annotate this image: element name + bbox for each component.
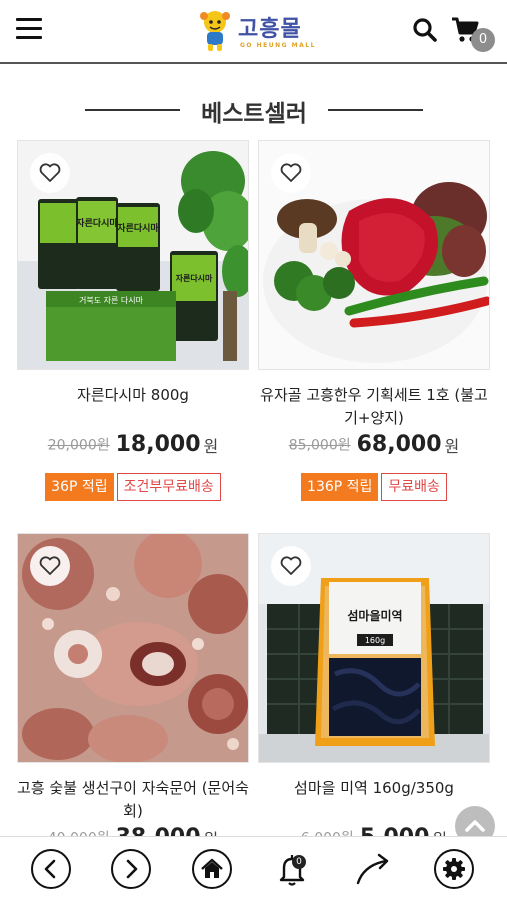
currency-unit: 원 xyxy=(444,436,460,456)
product-name[interactable]: 자른다시마 800g xyxy=(17,384,249,407)
kelp-pack-label: 자른다시마 xyxy=(117,222,159,234)
forward-button[interactable] xyxy=(111,849,151,889)
cart-button[interactable]: 0 xyxy=(451,16,495,52)
notification-count-badge: 0 xyxy=(292,855,306,869)
product-image[interactable]: 자른다시마 자른다시마 자른다시마 거북도 자른 다시마 xyxy=(17,140,249,370)
kelp-box-label: 거북도 자른 다시마 xyxy=(79,296,144,305)
logo-text: 고흥몰 xyxy=(238,16,302,42)
product-card[interactable]: 유자골 고흥한우 기획세트 1호 (불고기+양지) 85,000원 68,000 원… xyxy=(258,140,490,510)
currency-unit: 원 xyxy=(203,436,219,456)
shipping-badge: 무료배송 xyxy=(381,473,447,501)
forward-icon xyxy=(126,859,138,879)
menu-button[interactable] xyxy=(16,18,42,40)
original-price: 20,000원 xyxy=(47,437,110,454)
logo-subtext: GO HEUNG MALL xyxy=(240,42,316,49)
back-button[interactable] xyxy=(31,849,71,889)
sale-price: 18,000 xyxy=(115,432,201,457)
divider-line xyxy=(328,109,423,111)
heart-icon xyxy=(280,163,302,182)
product-card[interactable]: 고흥 숯불 생선구이 자숙문어 (문어숙회) 40,000원38,000원 xyxy=(17,533,249,853)
seaweed-pack-label: 섬마을미역 xyxy=(347,608,402,623)
shipping-badge: 조건부무료배송 xyxy=(116,473,221,501)
product-price: 85,000원 68,000 원 xyxy=(258,432,490,457)
cart-count-badge: 0 xyxy=(471,28,495,52)
product-image[interactable] xyxy=(17,533,249,763)
heart-icon xyxy=(39,163,61,182)
sale-price: 68,000 xyxy=(356,432,442,457)
wishlist-button[interactable] xyxy=(30,546,70,586)
home-button[interactable] xyxy=(192,849,232,889)
heart-icon xyxy=(280,556,302,575)
points-badge: 36P 적립 xyxy=(45,473,114,501)
heart-icon xyxy=(39,556,61,575)
settings-button[interactable] xyxy=(434,849,474,889)
search-button[interactable] xyxy=(412,17,438,43)
back-icon xyxy=(44,859,56,879)
product-image[interactable] xyxy=(258,140,490,370)
original-price: 85,000원 xyxy=(288,437,351,454)
points-badge: 136P 적립 xyxy=(301,473,379,501)
home-icon xyxy=(201,858,223,878)
menu-icon-bar xyxy=(16,18,42,21)
search-icon xyxy=(413,18,437,42)
product-name[interactable]: 섬마을 미역 160g/350g xyxy=(258,777,490,800)
wishlist-button[interactable] xyxy=(271,546,311,586)
top-header: 고흥몰 GO HEUNG MALL 0 xyxy=(0,0,507,64)
product-tags: 136P 적립 무료배송 xyxy=(258,473,490,501)
bottom-navigation: 0 xyxy=(0,836,507,900)
product-name[interactable]: 유자골 고흥한우 기획세트 1호 (불고기+양지) xyxy=(258,384,490,430)
share-icon xyxy=(356,853,389,885)
settings-icon xyxy=(443,858,465,880)
section-header: 베스트셀러 xyxy=(0,88,507,132)
kelp-pack-label: 자른다시마 xyxy=(76,217,118,229)
product-price: 20,000원 18,000 원 xyxy=(17,432,249,457)
share-button[interactable] xyxy=(354,849,394,889)
section-title: 베스트셀러 xyxy=(201,101,307,127)
seaweed-weight-label: 160g xyxy=(365,636,385,645)
logo[interactable]: 고흥몰 GO HEUNG MALL xyxy=(198,8,316,56)
product-card[interactable]: 섬마을미역 160g 섬마을 미역 160g/350g 6,000원5,000원 xyxy=(258,533,490,853)
product-card[interactable]: 자른다시마 자른다시마 자른다시마 거북도 자른 다시마 자른다시마 800g … xyxy=(17,140,249,510)
kelp-pack-label: 자른다시마 xyxy=(176,273,213,283)
product-name[interactable]: 고흥 숯불 생선구이 자숙문어 (문어숙회) xyxy=(17,777,249,823)
wishlist-button[interactable] xyxy=(271,153,311,193)
product-image[interactable]: 섬마을미역 160g xyxy=(258,533,490,763)
divider-line xyxy=(85,109,180,111)
product-tags: 36P 적립 조건부무료배송 xyxy=(17,473,249,501)
menu-icon-bar xyxy=(16,27,42,30)
notifications-button[interactable]: 0 xyxy=(272,849,312,889)
wishlist-button[interactable] xyxy=(30,153,70,193)
menu-icon-bar xyxy=(16,36,42,39)
mascot-logo-icon xyxy=(200,11,230,51)
bell-icon xyxy=(279,855,305,886)
